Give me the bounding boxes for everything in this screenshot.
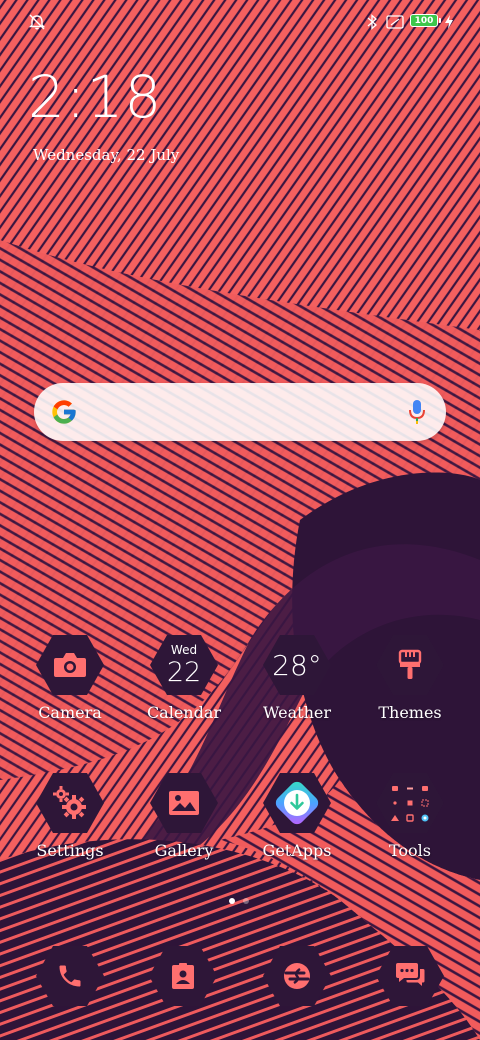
- lock-clock-date[interactable]: Wednesday, 22 July: [33, 146, 179, 164]
- battery-icon: 100: [410, 14, 441, 27]
- dock-browser[interactable]: [262, 944, 332, 1008]
- lock-clock-time[interactable]: 2:18: [28, 68, 162, 126]
- download-icon: [275, 781, 319, 825]
- app-label: Calendar: [146, 703, 222, 722]
- paintbrush-icon: [398, 649, 422, 679]
- app-themes[interactable]: Themes: [355, 633, 465, 733]
- dock-messages[interactable]: [375, 944, 445, 1008]
- page-dot[interactable]: [243, 898, 249, 904]
- app-label: Camera: [38, 703, 102, 722]
- calendar-date: 22: [166, 657, 202, 688]
- camera-icon: [54, 653, 86, 677]
- app-tools-folder[interactable]: Tools: [355, 771, 465, 871]
- battery-level: 100: [414, 15, 434, 26]
- weather-icon: 28°: [272, 648, 322, 682]
- dock-contacts[interactable]: [148, 944, 218, 1008]
- charging-icon: [444, 12, 454, 32]
- calendar-icon: Wed 22: [167, 644, 201, 686]
- phone-icon: [59, 965, 81, 987]
- google-logo-icon[interactable]: [50, 398, 78, 426]
- app-label: Themes: [378, 703, 442, 722]
- tools-folder-icon: [391, 786, 429, 822]
- page-indicator: [229, 898, 249, 904]
- app-label: Weather: [263, 703, 331, 722]
- app-getapps[interactable]: GetApps: [242, 771, 352, 871]
- app-label: Gallery: [154, 841, 214, 860]
- calendar-day: Wed: [170, 643, 198, 657]
- alarm-off-icon: [28, 12, 46, 32]
- app-camera[interactable]: Camera: [15, 633, 125, 733]
- app-label: Tools: [388, 841, 432, 860]
- app-calendar[interactable]: Wed 22 Calendar: [129, 633, 239, 733]
- messages-icon: [396, 963, 425, 986]
- gears-icon: [53, 786, 86, 819]
- app-settings[interactable]: Settings: [15, 771, 125, 871]
- app-label: Settings: [36, 841, 104, 860]
- browser-icon: [284, 963, 310, 989]
- page-dot-active[interactable]: [229, 898, 235, 904]
- app-label: GetApps: [262, 841, 332, 860]
- microphone-icon[interactable]: [408, 398, 426, 426]
- google-search-bar[interactable]: [34, 383, 446, 441]
- contacts-icon: [172, 963, 194, 989]
- app-gallery[interactable]: Gallery: [129, 771, 239, 871]
- app-weather[interactable]: 28° Weather: [242, 633, 352, 733]
- image-icon: [169, 791, 199, 815]
- bluetooth-icon: [366, 12, 378, 32]
- no-sim-icon: [386, 12, 404, 32]
- dock-phone[interactable]: [35, 944, 105, 1008]
